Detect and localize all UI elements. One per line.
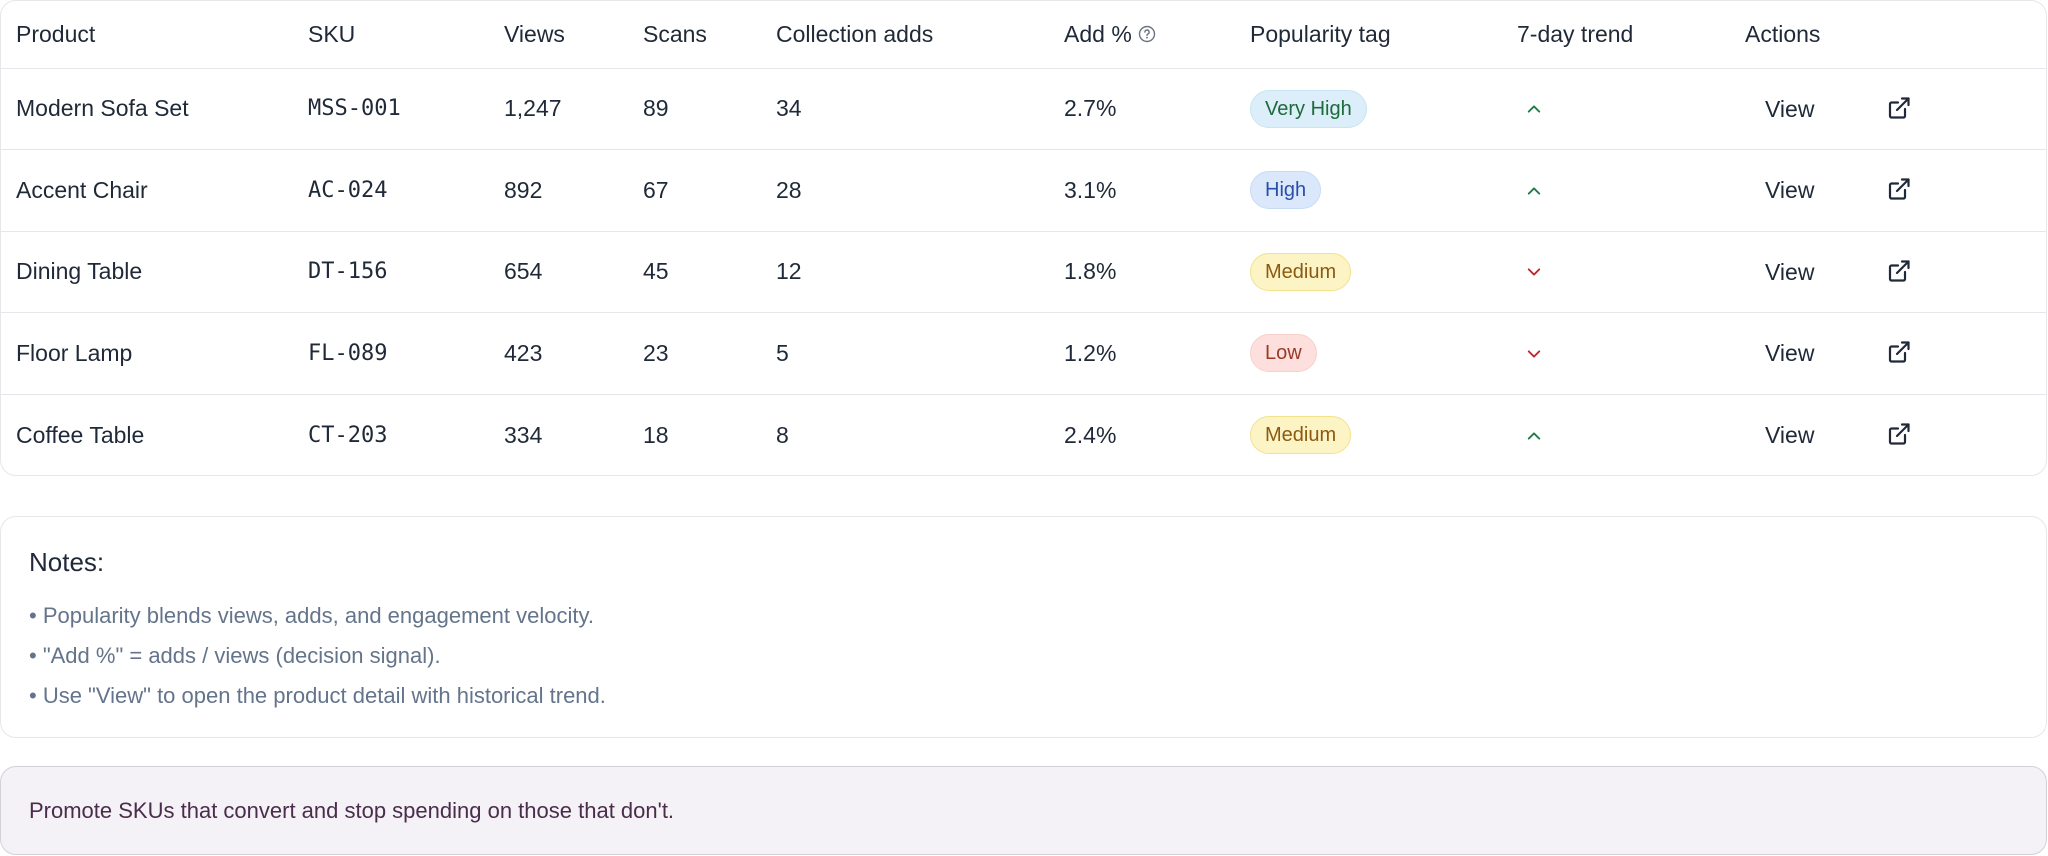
view-button[interactable]: View bbox=[1765, 422, 1814, 449]
col-header-scans[interactable]: Scans bbox=[643, 1, 776, 68]
external-link-icon[interactable] bbox=[1886, 258, 1912, 284]
chevron-up-icon bbox=[1527, 187, 1541, 195]
product-name-cell: Accent Chair bbox=[16, 176, 148, 203]
product-name-cell: Floor Lamp bbox=[16, 339, 133, 366]
add-pct-cell: 1.8% bbox=[1064, 258, 1117, 285]
col-header-sku[interactable]: SKU bbox=[308, 1, 504, 68]
col-header-trend[interactable]: 7-day trend bbox=[1517, 1, 1745, 68]
scans-cell: 18 bbox=[643, 421, 669, 448]
note-item: • "Add %" = adds / views (decision signa… bbox=[29, 643, 441, 668]
views-cell: 334 bbox=[504, 421, 543, 448]
sku-cell: DT-156 bbox=[308, 259, 388, 285]
col-header-collection-adds[interactable]: Collection adds bbox=[776, 1, 1064, 68]
chevron-up-icon bbox=[1527, 105, 1541, 113]
actions-cell: View bbox=[1745, 68, 2046, 150]
col-header-views[interactable]: Views bbox=[504, 1, 643, 68]
add-pct-label: Add % bbox=[1064, 20, 1132, 47]
actions-cell: View bbox=[1745, 313, 2046, 395]
view-button[interactable]: View bbox=[1765, 259, 1814, 286]
sku-cell: MSS-001 bbox=[308, 96, 401, 122]
popularity-badge: Very High bbox=[1250, 89, 1367, 128]
trend-cell bbox=[1517, 313, 1745, 395]
product-table-card: Product SKU Views Scans Collection adds … bbox=[0, 0, 2047, 476]
popularity-tag-cell: High bbox=[1250, 150, 1517, 232]
actions-cell: View bbox=[1745, 394, 2046, 475]
chevron-up-icon bbox=[1527, 431, 1541, 440]
external-link-icon[interactable] bbox=[1886, 339, 1912, 365]
add-pct-cell: 2.7% bbox=[1064, 95, 1117, 122]
view-button[interactable]: View bbox=[1765, 340, 1814, 367]
table-body: Modern Sofa Set MSS-001 1,247 89 34 2.7% Very … bbox=[1, 68, 2046, 475]
table-row: Modern Sofa Set MSS-001 1,247 89 34 2.7% Very … bbox=[1, 68, 2046, 150]
popularity-tag-cell: Low bbox=[1250, 313, 1517, 395]
popularity-badge: Medium bbox=[1250, 252, 1352, 291]
popularity-badge: Low bbox=[1250, 334, 1317, 373]
notes-title: Notes: bbox=[29, 547, 105, 577]
sku-cell: FL-089 bbox=[308, 340, 388, 366]
trend-cell bbox=[1517, 68, 1745, 150]
views-cell: 1,247 bbox=[504, 95, 562, 122]
collection-adds-cell: 28 bbox=[776, 176, 802, 203]
table-header-row: Product SKU Views Scans Collection adds … bbox=[1, 1, 2046, 68]
banner-text: Promote SKUs that convert and stop spend… bbox=[29, 797, 675, 823]
trend-cell bbox=[1517, 231, 1745, 313]
popularity-badge: High bbox=[1250, 171, 1322, 210]
external-link-icon[interactable] bbox=[1886, 95, 1912, 121]
table-row: Accent Chair AC-024 892 67 28 3.1% High View bbox=[1, 149, 2046, 232]
popularity-tag-cell: Very High bbox=[1250, 68, 1517, 150]
collection-adds-cell: 34 bbox=[776, 95, 802, 122]
collection-adds-cell: 12 bbox=[776, 258, 802, 285]
chevron-down-icon bbox=[1527, 350, 1541, 358]
views-cell: 423 bbox=[504, 339, 543, 366]
product-name-cell: Coffee Table bbox=[16, 421, 145, 448]
external-link-icon[interactable] bbox=[1886, 421, 1912, 447]
recommendation-banner: Promote SKUs that convert and stop spend… bbox=[0, 766, 2047, 855]
scans-cell: 45 bbox=[643, 258, 669, 285]
scans-cell: 23 bbox=[643, 339, 669, 366]
chevron-down-icon bbox=[1527, 268, 1541, 276]
actions-cell: View bbox=[1745, 150, 2046, 232]
table-row: Coffee Table CT-203 334 18 8 2.4% Medium View bbox=[1, 394, 2046, 475]
popularity-tag-cell: Medium bbox=[1250, 394, 1517, 475]
note-item: • Popularity blends views, adds, and eng… bbox=[29, 603, 594, 628]
sku-cell: AC-024 bbox=[308, 177, 388, 203]
col-header-add-pct[interactable]: Add % bbox=[1064, 1, 1250, 68]
add-pct-cell: 3.1% bbox=[1064, 176, 1117, 203]
view-button[interactable]: View bbox=[1765, 96, 1814, 123]
trend-cell bbox=[1517, 150, 1745, 232]
trend-cell bbox=[1517, 394, 1745, 475]
scans-cell: 89 bbox=[643, 95, 669, 122]
add-pct-cell: 2.4% bbox=[1064, 421, 1117, 448]
col-header-actions: Actions bbox=[1745, 1, 2046, 68]
actions-cell: View bbox=[1745, 231, 2046, 313]
note-item: • Use "View" to open the product detail … bbox=[29, 683, 606, 708]
col-header-popularity-tag[interactable]: Popularity tag bbox=[1250, 1, 1517, 68]
question-circle-icon[interactable] bbox=[1138, 25, 1156, 43]
table-row: Dining Table DT-156 654 45 12 1.8% Medium View bbox=[1, 231, 2046, 313]
views-cell: 654 bbox=[504, 258, 543, 285]
product-name-cell: Modern Sofa Set bbox=[16, 95, 189, 122]
views-cell: 892 bbox=[504, 176, 543, 203]
add-pct-cell: 1.2% bbox=[1064, 339, 1117, 366]
popularity-tag-cell: Medium bbox=[1250, 231, 1517, 313]
external-link-icon[interactable] bbox=[1886, 176, 1912, 202]
col-header-product[interactable]: Product bbox=[1, 1, 308, 68]
sku-cell: CT-203 bbox=[308, 422, 388, 448]
table-row: Floor Lamp FL-089 423 23 5 1.2% Low View bbox=[1, 312, 2046, 395]
view-button[interactable]: View bbox=[1765, 177, 1814, 204]
popularity-badge: Medium bbox=[1250, 416, 1352, 454]
actions-label: Actions bbox=[1745, 20, 1821, 47]
product-name-cell: Dining Table bbox=[16, 258, 143, 285]
notes-card: Notes: • Popularity blends views, adds, … bbox=[0, 516, 2047, 738]
collection-adds-cell: 5 bbox=[776, 339, 789, 366]
scans-cell: 67 bbox=[643, 176, 669, 203]
product-table: Product SKU Views Scans Collection adds … bbox=[1, 1, 2046, 475]
collection-adds-cell: 8 bbox=[776, 421, 789, 448]
